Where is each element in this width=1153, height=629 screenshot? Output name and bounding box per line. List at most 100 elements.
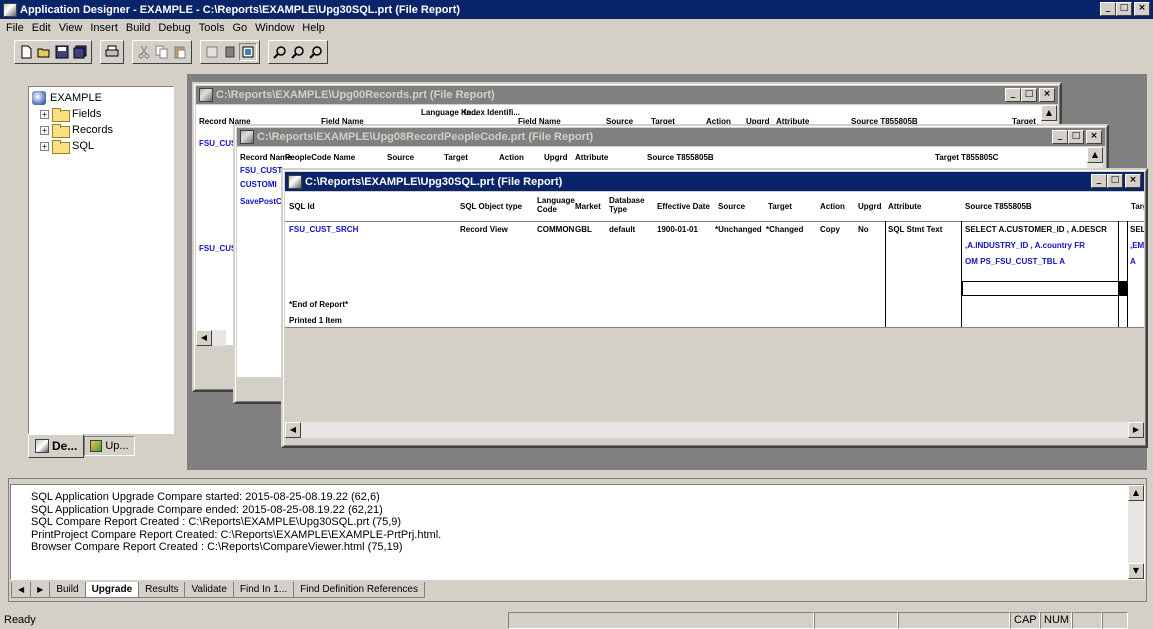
expand-icon[interactable]: + (40, 125, 49, 135)
app-title-bar[interactable]: Application Designer - EXAMPLE - C:\Repo… (0, 0, 1153, 19)
target-status-cell: *Changed (766, 225, 804, 234)
source-sql-text: ,A.INDUSTRY_ID , A.country FR (965, 241, 1085, 250)
tree-root[interactable]: EXAMPLE (32, 90, 170, 106)
menu-bar: File Edit View Insert Build Debug Tools … (0, 19, 1153, 36)
new-icon[interactable] (17, 43, 35, 61)
tab-definition[interactable]: De... (28, 434, 85, 458)
close-button[interactable]: × (1134, 2, 1150, 16)
tab-find-in[interactable]: Find In 1... (232, 582, 295, 598)
tree-item-sql[interactable]: + SQL (32, 138, 170, 154)
scroll-down-icon[interactable]: ▼ (1128, 563, 1144, 579)
sql-window-title-bar[interactable]: C:\Reports\EXAMPLE\Upg30SQL.prt (File Re… (285, 172, 1144, 191)
paste-icon[interactable] (171, 43, 189, 61)
table-row[interactable]: CUSTOMI (240, 180, 277, 190)
restore-button[interactable]: □ (1116, 2, 1132, 16)
tab-validate[interactable]: Validate (184, 582, 234, 598)
sql-id-cell[interactable]: FSU_CUST_SRCH (289, 225, 358, 235)
workspace-icon[interactable] (239, 43, 257, 61)
sql-hscroll[interactable]: ◀ ▶ (285, 422, 1144, 438)
print-icon[interactable] (103, 43, 121, 61)
column-header-object-type: SQL Object type (460, 202, 523, 211)
menu-tools[interactable]: Tools (195, 20, 229, 36)
scroll-up-icon[interactable]: ▲ (1128, 485, 1144, 501)
minimize-button[interactable]: _ (1052, 130, 1068, 144)
maximize-button[interactable]: □ (1021, 88, 1037, 102)
column-header-market: Market (575, 202, 601, 211)
output-vscroll[interactable]: ▲ ▼ (1128, 485, 1144, 579)
maximize-button[interactable]: □ (1107, 174, 1123, 188)
menu-file[interactable]: File (2, 20, 28, 36)
scroll-right-icon[interactable]: ▶ (1128, 422, 1144, 438)
scroll-up-icon[interactable]: ▲ (1041, 105, 1057, 121)
tab-scroll-left-icon[interactable]: ◀ (11, 582, 32, 598)
column-header: Index Identifi... (464, 108, 521, 117)
minimize-button[interactable]: _ (1100, 2, 1116, 16)
menu-window[interactable]: Window (251, 20, 298, 36)
find-next-icon[interactable] (289, 43, 307, 61)
minimize-button[interactable]: _ (1005, 88, 1021, 102)
toolbar-group-print (100, 40, 124, 64)
menu-view[interactable]: View (55, 20, 87, 36)
expand-icon[interactable]: + (40, 109, 49, 119)
minimize-button[interactable]: _ (1091, 174, 1107, 188)
save-icon[interactable] (53, 43, 71, 61)
sql-report-window[interactable]: C:\Reports\EXAMPLE\Upg30SQL.prt (File Re… (281, 168, 1148, 448)
properties-icon[interactable] (203, 43, 221, 61)
menu-help[interactable]: Help (298, 20, 329, 36)
tree-tabs: De... Up... (28, 434, 135, 458)
column-header: Source (387, 153, 415, 162)
column-header-language: Language Code (537, 196, 575, 214)
target-sql-text: SELEC (1130, 225, 1144, 234)
find-in-icon[interactable] (307, 43, 325, 61)
tree-item-label: SQL (72, 140, 95, 152)
scroll-up-icon[interactable]: ▲ (1087, 147, 1103, 163)
peoplecode-window-title-bar[interactable]: C:\Reports\EXAMPLE\Upg08RecordPeopleCode… (237, 128, 1105, 146)
column-header-target-db: Targe (1131, 202, 1144, 211)
tree-item-label: Records (72, 124, 113, 136)
tab-results[interactable]: Results (138, 582, 186, 598)
column-header: Source T855805B (647, 153, 714, 162)
menu-insert[interactable]: Insert (86, 20, 122, 36)
table-row[interactable]: SavePostC (240, 197, 282, 207)
num-indicator: NUM (1040, 611, 1072, 629)
open-icon[interactable] (35, 43, 53, 61)
tree-item-fields[interactable]: + Fields (32, 106, 170, 122)
scroll-left-icon[interactable]: ◀ (285, 422, 301, 438)
menu-build[interactable]: Build (122, 20, 154, 36)
menu-go[interactable]: Go (228, 20, 251, 36)
cell-border (961, 221, 962, 328)
close-button[interactable]: × (1039, 88, 1055, 102)
maximize-button[interactable]: □ (1068, 130, 1084, 144)
project-icon[interactable] (221, 43, 239, 61)
column-header-effdate: Effective Date (657, 202, 710, 211)
column-header: Record Name (240, 153, 292, 162)
expand-icon[interactable]: + (40, 141, 49, 151)
tab-build[interactable]: Build (49, 582, 86, 598)
toolbar-group-file (14, 40, 92, 64)
table-row[interactable]: FSU_CUST (240, 166, 282, 176)
column-header: Upgrd (544, 153, 568, 162)
tree-root-label: EXAMPLE (50, 92, 102, 104)
tab-find-definition-references[interactable]: Find Definition References (293, 582, 425, 598)
records-window-title-bar[interactable]: C:\Reports\EXAMPLE\Upg00Records.prt (Fil… (196, 86, 1058, 104)
save-all-icon[interactable] (71, 43, 89, 61)
tab-scroll-right-icon[interactable]: ▶ (30, 582, 51, 598)
tab-upgrade[interactable]: Upgrade (84, 582, 140, 598)
copy-icon[interactable] (153, 43, 171, 61)
toolbar (14, 38, 336, 66)
report-icon (240, 130, 254, 144)
find-icon[interactable] (271, 43, 289, 61)
text-cursor-box[interactable] (962, 281, 1119, 296)
menu-debug[interactable]: Debug (154, 20, 194, 36)
scroll-left-icon[interactable]: ◀ (196, 330, 212, 346)
close-button[interactable]: × (1086, 130, 1102, 144)
tree-item-records[interactable]: + Records (32, 122, 170, 138)
output-line: SQL Application Upgrade Compare started:… (31, 491, 380, 503)
tab-upgrade[interactable]: Up... (84, 436, 135, 456)
records-hscroll[interactable]: ◀ (196, 330, 226, 346)
project-tree: EXAMPLE + Fields + Records + SQL (28, 86, 174, 434)
close-button[interactable]: × (1125, 174, 1141, 188)
cut-icon[interactable] (135, 43, 153, 61)
menu-edit[interactable]: Edit (28, 20, 55, 36)
column-header-sql-id: SQL Id (289, 202, 315, 211)
